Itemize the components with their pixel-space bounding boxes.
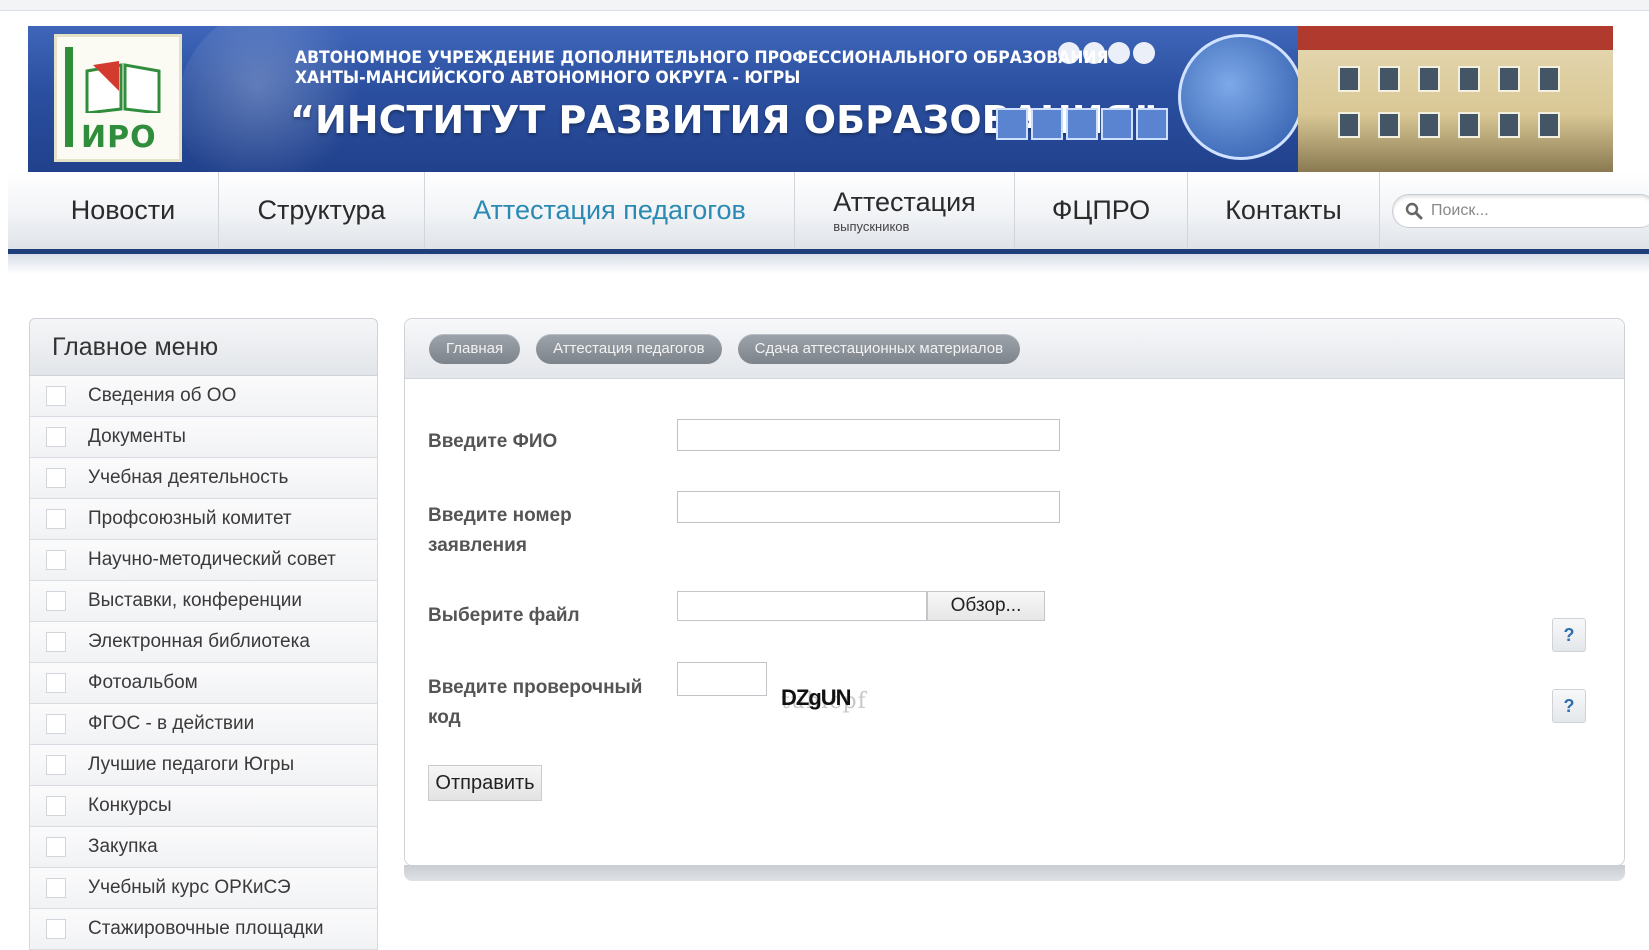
captcha-text: DZgUN — [781, 685, 852, 710]
nav-item-label: Контакты — [1225, 195, 1342, 225]
sidebar-item-organization-info[interactable]: Сведения об ОО — [30, 376, 377, 417]
sidebar-item-label: Учебный курс ОРКиСЭ — [88, 877, 291, 898]
sidebar-item-internship-sites[interactable]: Стажировочные площадки — [30, 909, 377, 950]
sidebar-item-best-teachers[interactable]: Лучшие педагоги Югры — [30, 745, 377, 786]
top-border — [0, 0, 1649, 11]
breadcrumb: Главная Аттестация педагогов Сдача аттес… — [405, 319, 1624, 379]
captcha-image: tuhlcpf DZgUN — [775, 685, 895, 715]
search-icon — [1405, 202, 1423, 220]
sidebar-item-procurement[interactable]: Закупка — [30, 827, 377, 868]
banner-pictogram-row — [996, 108, 1171, 145]
bullet-box-icon — [46, 796, 66, 816]
bullet-box-icon — [46, 427, 66, 447]
application-number-label-line1: Введите номер — [428, 505, 572, 526]
sidebar-item-label: ФГОС - в действии — [88, 713, 255, 734]
captcha-label-line2: код — [428, 707, 461, 728]
sidebar-item-contests[interactable]: Конкурсы — [30, 786, 377, 827]
nav-item-sublabel: выпускников — [833, 218, 910, 234]
sidebar-item-label: Электронная библиотека — [88, 631, 310, 652]
captcha-help-button[interactable]: ? — [1552, 689, 1586, 723]
nav-item-news[interactable]: Новости — [28, 172, 219, 249]
sidebar-item-label: Документы — [88, 426, 186, 447]
sidebar-item-label: Лучшие педагоги Югры — [88, 754, 295, 775]
sidebar-item-fgos[interactable]: ФГОС - в действии — [30, 704, 377, 745]
captcha-input[interactable] — [677, 662, 767, 696]
iro-logo[interactable]: ИРО — [54, 34, 182, 162]
sidebar-item-label: Сведения об ОО — [88, 385, 237, 406]
sidebar-item-label: Закупка — [88, 836, 158, 857]
captcha-label-line1: Введите проверочный — [428, 677, 643, 698]
sidebar-item-label: Стажировочные площадки — [88, 918, 324, 939]
sidebar-item-documents[interactable]: Документы — [30, 417, 377, 458]
bullet-box-icon — [46, 919, 66, 939]
sidebar-item-education[interactable]: Учебная деятельность — [30, 458, 377, 499]
nav-item-label: Новости — [70, 195, 176, 225]
main-menu-sidebar: Главное меню Сведения об ОО Документы Уч… — [29, 318, 378, 950]
breadcrumb-home[interactable]: Главная — [429, 333, 521, 364]
file-path-field[interactable] — [677, 591, 927, 621]
logo-stripe — [65, 47, 73, 147]
bullet-box-icon — [46, 509, 66, 529]
sidebar-item-label: Учебная деятельность — [88, 467, 289, 488]
nav-item-graduate-attestation[interactable]: Аттестация выпускников — [795, 172, 1015, 249]
book-icon — [85, 61, 161, 113]
application-number-input[interactable] — [677, 491, 1060, 523]
sidebar-item-label: Научно-методический совет — [88, 549, 336, 570]
bullet-box-icon — [46, 386, 66, 406]
sidebar-item-photo-album[interactable]: Фотоальбом — [30, 663, 377, 704]
main-nav: Новости Структура Аттестация педагогов А… — [8, 172, 1649, 254]
nav-shadow — [8, 254, 1649, 274]
nav-item-label: Аттестация — [833, 186, 976, 217]
breadcrumb-submit-materials[interactable]: Сдача аттестационных материалов — [737, 333, 1021, 364]
application-number-label-line2: заявления — [428, 535, 527, 556]
search-box[interactable] — [1392, 194, 1649, 228]
file-help-button[interactable]: ? — [1552, 618, 1586, 652]
fio-input[interactable] — [677, 419, 1060, 451]
sidebar-item-trade-union[interactable]: Профсоюзный комитет — [30, 499, 377, 540]
sidebar-item-label: Конкурсы — [88, 795, 172, 816]
bullet-box-icon — [46, 837, 66, 857]
search-input[interactable] — [1429, 201, 1633, 221]
sidebar-item-label: Выставки, конференции — [88, 590, 302, 611]
fio-label: Введите ФИО — [428, 431, 558, 452]
logo-text: ИРО — [81, 120, 157, 155]
bullet-box-icon — [46, 591, 66, 611]
bullet-box-icon — [46, 673, 66, 693]
nav-item-teacher-attestation[interactable]: Аттестация педагогов — [425, 172, 795, 249]
nav-item-label: Аттестация педагогов — [473, 195, 746, 225]
sidebar-item-label: Профсоюзный комитет — [88, 508, 292, 529]
banner-line-2: ХАНТЫ-МАНСИЙСКОГО АВТОНОМНОГО ОКРУГА - Ю… — [295, 68, 801, 88]
bullet-box-icon — [46, 632, 66, 652]
file-label: Выберите файл — [428, 605, 580, 626]
bullet-box-icon — [46, 755, 66, 775]
building-photo — [1298, 26, 1613, 172]
submit-button[interactable]: Отправить — [428, 765, 542, 801]
breadcrumb-teacher-attestation[interactable]: Аттестация педагогов — [536, 333, 722, 364]
sidebar-item-orkse-course[interactable]: Учебный курс ОРКиСЭ — [30, 868, 377, 909]
sidebar-item-e-library[interactable]: Электронная библиотека — [30, 622, 377, 663]
nav-item-contacts[interactable]: Контакты — [1188, 172, 1380, 249]
bullet-box-icon — [46, 550, 66, 570]
sidebar-item-exhibitions[interactable]: Выставки, конференции — [30, 581, 377, 622]
bullet-box-icon — [46, 468, 66, 488]
banner-dots-decoration — [1058, 42, 1158, 69]
banner-line-1: АВТОНОМНОЕ УЧРЕЖДЕНИЕ ДОПОЛНИТЕЛЬНОГО ПР… — [295, 48, 1109, 68]
sidebar-item-label: Фотоальбом — [88, 672, 198, 693]
sidebar-menu-list: Сведения об ОО Документы Учебная деятель… — [29, 376, 378, 950]
nav-item-label: ФЦПРО — [1051, 195, 1151, 225]
sidebar-item-methodical-council[interactable]: Научно-методический совет — [30, 540, 377, 581]
sidebar-title: Главное меню — [29, 318, 378, 376]
nav-item-fcpro[interactable]: ФЦПРО — [1015, 172, 1188, 249]
bullet-box-icon — [46, 878, 66, 898]
globe-image — [1178, 34, 1304, 160]
nav-item-structure[interactable]: Структура — [219, 172, 425, 249]
browse-button[interactable]: Обзор... — [927, 591, 1045, 621]
panel-footer-bar — [404, 865, 1625, 881]
nav-item-label: Структура — [257, 195, 386, 225]
bullet-box-icon — [46, 714, 66, 734]
site-banner: ИРО АВТОНОМНОЕ УЧРЕЖДЕНИЕ ДОПОЛНИТЕЛЬНОГ… — [28, 26, 1613, 173]
